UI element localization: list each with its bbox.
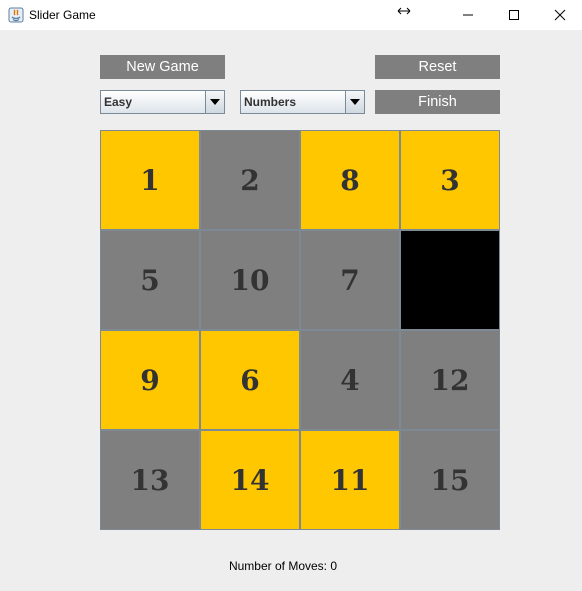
puzzle-tile[interactable]: 8 <box>300 130 400 230</box>
minimize-icon <box>463 14 473 16</box>
dropdown-arrow-button[interactable] <box>205 91 224 113</box>
finish-button[interactable]: Finish <box>375 90 500 114</box>
maximize-icon <box>509 10 519 20</box>
title-bar[interactable]: Slider Game <box>0 0 582 30</box>
puzzle-tile[interactable]: 13 <box>100 430 200 530</box>
puzzle-tile[interactable]: 14 <box>200 430 300 530</box>
puzzle-board: 1 2 8 3 5 10 7 9 6 4 12 13 14 11 15 <box>100 130 500 530</box>
puzzle-tile[interactable]: 7 <box>300 230 400 330</box>
puzzle-tile[interactable]: 11 <box>300 430 400 530</box>
empty-tile <box>400 230 500 330</box>
puzzle-tile[interactable]: 1 <box>100 130 200 230</box>
puzzle-tile[interactable]: 5 <box>100 230 200 330</box>
puzzle-tile[interactable]: 4 <box>300 330 400 430</box>
moves-counter: Number of Moves: 0 <box>228 559 338 573</box>
minimize-button[interactable] <box>445 0 491 30</box>
maximize-button[interactable] <box>491 0 537 30</box>
reset-button[interactable]: Reset <box>375 55 500 79</box>
difficulty-select[interactable]: Easy <box>100 90 225 114</box>
close-button[interactable] <box>537 0 582 30</box>
puzzle-tile[interactable]: 15 <box>400 430 500 530</box>
app-window: Slider Game New Game Reset Easy Numbers … <box>0 0 582 591</box>
resize-cursor-icon <box>397 7 411 15</box>
puzzle-tile[interactable]: 3 <box>400 130 500 230</box>
puzzle-tile[interactable]: 2 <box>200 130 300 230</box>
window-title: Slider Game <box>29 8 96 22</box>
difficulty-select-value: Easy <box>104 95 133 109</box>
java-icon <box>8 7 24 23</box>
puzzle-tile[interactable]: 9 <box>100 330 200 430</box>
puzzle-tile[interactable]: 10 <box>200 230 300 330</box>
puzzle-tile[interactable]: 6 <box>200 330 300 430</box>
chevron-down-icon <box>350 99 360 105</box>
new-game-button[interactable]: New Game <box>100 55 225 79</box>
mode-select[interactable]: Numbers <box>240 90 365 114</box>
puzzle-tile[interactable]: 12 <box>400 330 500 430</box>
dropdown-arrow-button[interactable] <box>345 91 364 113</box>
mode-select-value: Numbers <box>244 95 297 109</box>
chevron-down-icon <box>210 99 220 105</box>
close-icon <box>554 9 566 21</box>
